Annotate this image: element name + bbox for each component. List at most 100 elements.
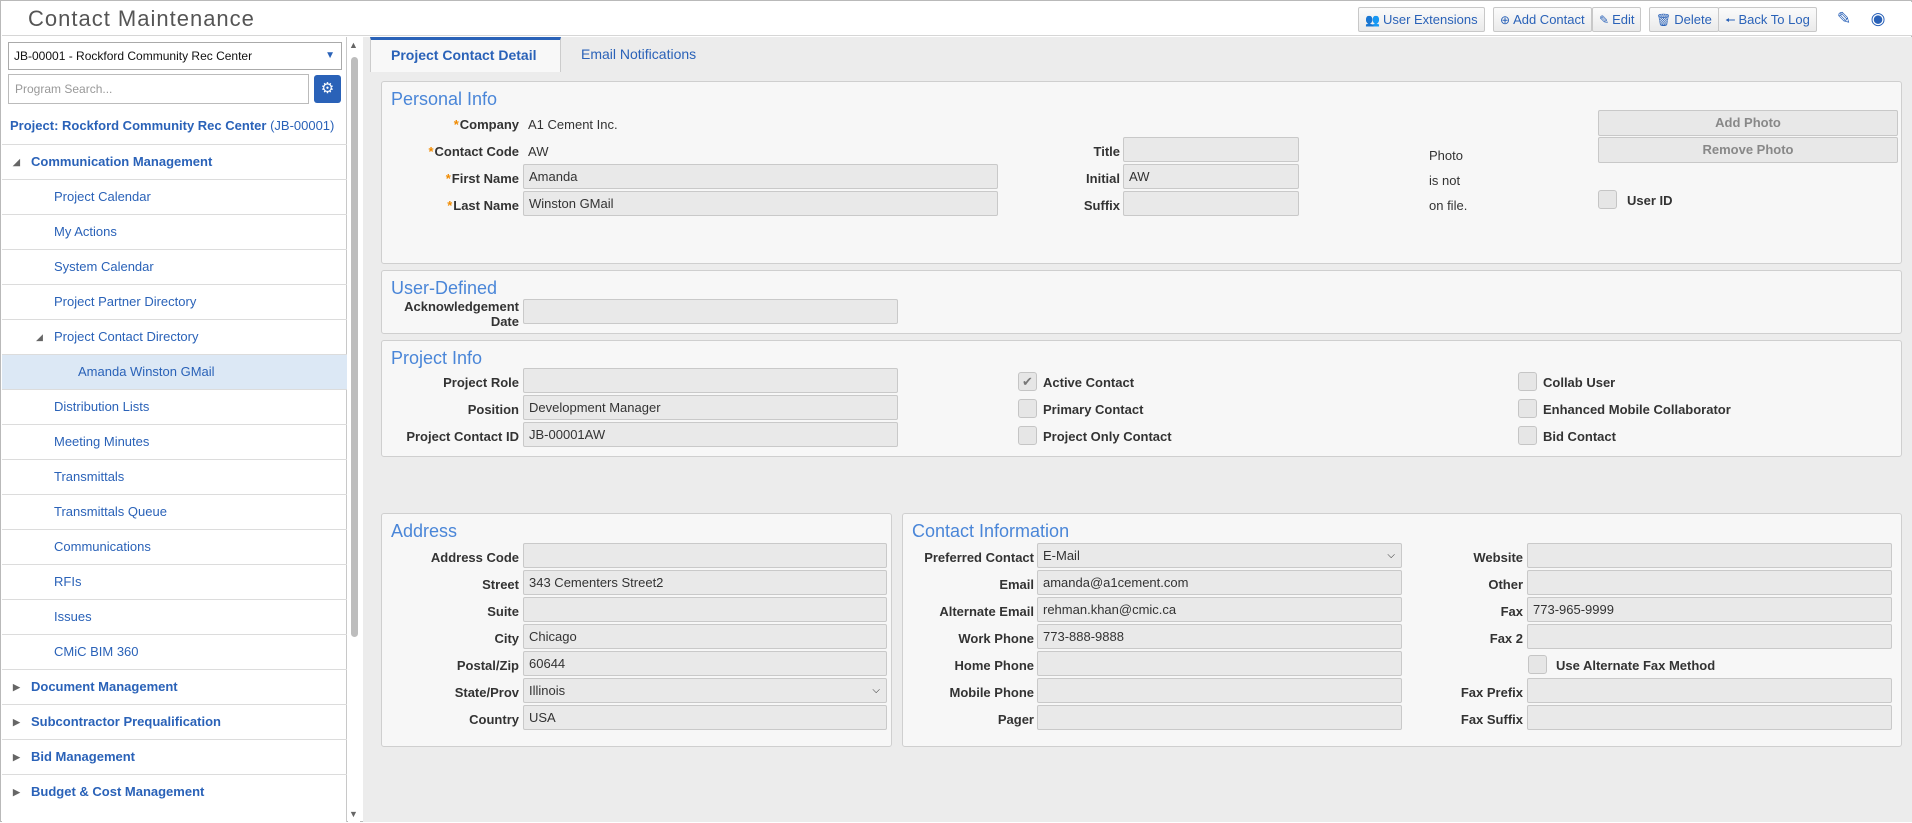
nav-label: Bid Management xyxy=(31,749,136,764)
company-value: A1 Cement Inc. xyxy=(528,117,618,132)
nav-item-amanda-winston-gmail[interactable]: Amanda Winston GMail xyxy=(2,354,347,389)
nav-item-subcontractor-prequalification[interactable]: ▶ Subcontractor Prequalification xyxy=(2,704,347,739)
nav-label: Communication Management xyxy=(31,154,213,169)
address-panel: Address Address Code Street 343 Cementer… xyxy=(381,513,892,747)
program-search-input[interactable] xyxy=(8,74,309,104)
project-title-code: (JB-00001) xyxy=(270,118,335,133)
country-field[interactable]: USA xyxy=(523,705,887,730)
alternate-fax-checkbox[interactable] xyxy=(1528,655,1547,674)
position-field[interactable]: Development Manager xyxy=(523,395,898,420)
nav-label: RFIs xyxy=(54,574,82,589)
website-field[interactable] xyxy=(1527,543,1892,568)
nav-item-rfis[interactable]: RFIs xyxy=(2,564,347,599)
nav-label: Issues xyxy=(54,609,92,624)
company-label: *Company xyxy=(453,117,519,132)
nav-item-system-calendar[interactable]: System Calendar xyxy=(2,249,347,284)
main-content: Project Contact Detail Email Notificatio… xyxy=(363,37,1912,822)
edit-square-icon[interactable]: ✎ xyxy=(1834,9,1854,29)
alternate-email-label: Alternate Email xyxy=(939,604,1034,619)
last-name-label: *Last Name xyxy=(447,198,519,213)
edit-button[interactable]: ✎ Edit xyxy=(1592,7,1642,32)
nav-label: Transmittals Queue xyxy=(54,504,167,519)
nav-tree: ◢ Communication Management Project Calen… xyxy=(2,144,347,809)
sidebar-scrollbar[interactable]: ▲ ▼ xyxy=(348,37,360,823)
nav-item-transmittals-queue[interactable]: Transmittals Queue xyxy=(2,494,347,529)
project-only-contact-checkbox[interactable] xyxy=(1018,426,1037,445)
scrollbar-thumb[interactable] xyxy=(351,57,358,637)
chevron-down-icon: ⌵ xyxy=(872,685,880,696)
nav-item-transmittals[interactable]: Transmittals xyxy=(2,459,347,494)
user-id-checkbox[interactable] xyxy=(1598,190,1617,209)
nav-item-project-contact-directory[interactable]: ◢ Project Contact Directory xyxy=(2,319,347,354)
enhanced-mobile-checkbox[interactable] xyxy=(1518,399,1537,418)
first-name-field[interactable]: Amanda xyxy=(523,164,998,189)
nav-label: System Calendar xyxy=(54,259,154,274)
pager-field[interactable] xyxy=(1037,705,1402,730)
title-field[interactable] xyxy=(1123,137,1299,162)
nav-item-communications[interactable]: Communications xyxy=(2,529,347,564)
address-code-field[interactable] xyxy=(523,543,887,568)
preferred-contact-value: E-Mail xyxy=(1043,548,1080,563)
project-select[interactable]: JB-00001 - Rockford Community Rec Center… xyxy=(8,42,342,70)
user-extensions-button[interactable]: 👥 User Extensions xyxy=(1358,7,1485,32)
last-name-field[interactable]: Winston GMail xyxy=(523,191,998,216)
street-field[interactable]: 343 Cementers Street2 xyxy=(523,570,887,595)
work-phone-field[interactable]: 773-888-9888 xyxy=(1037,624,1402,649)
collab-user-checkbox[interactable] xyxy=(1518,372,1537,391)
user-defined-panel: User-Defined Acknowledgement Date xyxy=(381,270,1902,334)
fax2-field[interactable] xyxy=(1527,624,1892,649)
active-contact-checkbox[interactable]: ✔ xyxy=(1018,372,1037,391)
nav-item-budget-cost-management[interactable]: ▶ Budget & Cost Management xyxy=(2,774,347,809)
triangle-expanded-icon: ◢ xyxy=(13,157,20,167)
add-photo-button[interactable]: Add Photo xyxy=(1598,110,1898,136)
add-contact-button[interactable]: ⊕ Add Contact xyxy=(1493,7,1592,32)
home-phone-field[interactable] xyxy=(1037,651,1402,676)
nav-item-cmic-bim-360[interactable]: CMiC BIM 360 xyxy=(2,634,347,669)
initial-field[interactable]: AW xyxy=(1123,164,1299,189)
alternate-email-field[interactable]: rehman.khan@cmic.ca xyxy=(1037,597,1402,622)
tab-project-contact-detail[interactable]: Project Contact Detail xyxy=(370,37,561,72)
nav-item-document-management[interactable]: ▶ Document Management xyxy=(2,669,347,704)
nav-item-my-actions[interactable]: My Actions xyxy=(2,214,347,249)
back-to-log-button[interactable]: 🠔 Back To Log xyxy=(1718,7,1817,32)
bid-contact-checkbox[interactable] xyxy=(1518,426,1537,445)
other-field[interactable] xyxy=(1527,570,1892,595)
project-info-title: Project Info xyxy=(391,348,483,368)
suffix-field[interactable] xyxy=(1123,191,1299,216)
nav-label: Communications xyxy=(54,539,151,554)
scroll-up-icon[interactable]: ▲ xyxy=(349,40,358,50)
ack-date-label-line1: Acknowledgement xyxy=(404,299,519,314)
postal-field[interactable]: 60644 xyxy=(523,651,887,676)
chevron-down-icon: ▼ xyxy=(325,50,335,61)
tab-email-notifications[interactable]: Email Notifications xyxy=(561,37,716,72)
project-role-field[interactable] xyxy=(523,368,898,393)
project-contact-id-field[interactable]: JB-00001AW xyxy=(523,422,898,447)
nav-item-project-calendar[interactable]: Project Calendar xyxy=(2,179,347,214)
triangle-collapsed-icon: ▶ xyxy=(13,717,20,727)
primary-contact-checkbox[interactable] xyxy=(1018,399,1037,418)
arrow-left-icon: 🠔 xyxy=(1725,13,1736,27)
nav-item-communication-management[interactable]: ◢ Communication Management xyxy=(2,144,347,179)
ack-date-field[interactable] xyxy=(523,299,898,324)
mobile-phone-field[interactable] xyxy=(1037,678,1402,703)
nav-item-distribution-lists[interactable]: Distribution Lists xyxy=(2,389,347,424)
preferred-contact-select[interactable]: E-Mail ⌵ xyxy=(1037,543,1402,568)
remove-photo-button[interactable]: Remove Photo xyxy=(1598,137,1898,163)
delete-button[interactable]: 🗑 Delete xyxy=(1649,7,1719,32)
state-select[interactable]: Illinois ⌵ xyxy=(523,678,887,703)
nav-item-bid-management[interactable]: ▶ Bid Management xyxy=(2,739,347,774)
gear-icon[interactable]: ⚙ xyxy=(314,75,341,103)
address-code-label: Address Code xyxy=(430,550,519,565)
nav-item-project-partner-directory[interactable]: Project Partner Directory xyxy=(2,284,347,319)
fax-suffix-field[interactable] xyxy=(1527,705,1892,730)
fax-field[interactable]: 773-965-9999 xyxy=(1527,597,1892,622)
email-field[interactable]: amanda@a1cement.com xyxy=(1037,570,1402,595)
scroll-down-icon[interactable]: ▼ xyxy=(349,809,358,819)
user-account-icon[interactable]: ◉ xyxy=(1868,9,1888,29)
nav-item-meeting-minutes[interactable]: Meeting Minutes xyxy=(2,424,347,459)
fax-prefix-field[interactable] xyxy=(1527,678,1892,703)
nav-item-issues[interactable]: Issues xyxy=(2,599,347,634)
city-field[interactable]: Chicago xyxy=(523,624,887,649)
suite-field[interactable] xyxy=(523,597,887,622)
plus-circle-icon: ⊕ xyxy=(1500,13,1511,27)
